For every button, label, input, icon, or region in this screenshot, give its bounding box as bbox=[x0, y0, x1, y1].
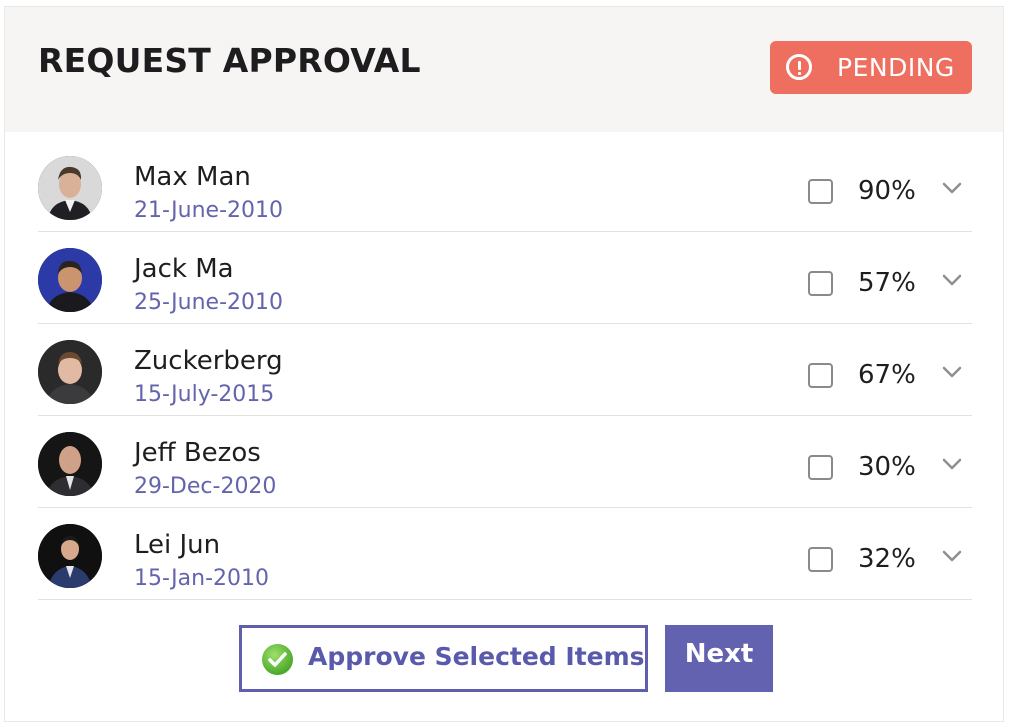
avatar bbox=[38, 524, 102, 588]
request-row: Zuckerberg 15-July-2015 67% bbox=[38, 324, 972, 416]
status-badge: PENDING bbox=[770, 41, 972, 94]
select-checkbox[interactable] bbox=[808, 363, 833, 388]
select-checkbox[interactable] bbox=[808, 179, 833, 204]
status-badge-label: PENDING bbox=[837, 53, 955, 82]
requester-name: Zuckerberg bbox=[134, 346, 283, 376]
request-row: Jack Ma 25-June-2010 57% bbox=[38, 232, 972, 324]
next-button[interactable]: Next bbox=[665, 625, 773, 692]
select-checkbox[interactable] bbox=[808, 547, 833, 572]
card-title: REQUEST APPROVAL bbox=[38, 41, 421, 80]
request-date: 15-Jan-2010 bbox=[134, 566, 269, 591]
chevron-down-icon[interactable] bbox=[942, 456, 962, 472]
approve-selected-label: Approve Selected Items bbox=[308, 642, 645, 671]
request-row: Lei Jun 15-Jan-2010 32% bbox=[38, 508, 972, 600]
select-checkbox[interactable] bbox=[808, 271, 833, 296]
requester-name: Jeff Bezos bbox=[134, 438, 261, 468]
select-checkbox[interactable] bbox=[808, 455, 833, 480]
avatar bbox=[38, 432, 102, 496]
check-circle-icon bbox=[262, 644, 293, 675]
requester-name: Lei Jun bbox=[134, 530, 221, 560]
avatar bbox=[38, 340, 102, 404]
alert-circle-icon bbox=[786, 54, 812, 80]
approval-percent: 57% bbox=[858, 268, 916, 298]
request-row: Jeff Bezos 29-Dec-2020 30% bbox=[38, 416, 972, 508]
chevron-down-icon[interactable] bbox=[942, 272, 962, 288]
approve-selected-button[interactable]: Approve Selected Items bbox=[239, 625, 648, 692]
card-header: REQUEST APPROVAL PENDING bbox=[5, 7, 1003, 132]
request-date: 25-June-2010 bbox=[134, 290, 283, 315]
approval-percent: 67% bbox=[858, 360, 916, 390]
request-row: Max Man 21-June-2010 90% bbox=[38, 140, 972, 232]
requester-name: Jack Ma bbox=[134, 254, 234, 284]
chevron-down-icon[interactable] bbox=[942, 364, 962, 380]
request-approval-card: REQUEST APPROVAL PENDING Max Man 21-June… bbox=[4, 6, 1004, 722]
chevron-down-icon[interactable] bbox=[942, 180, 962, 196]
approval-percent: 32% bbox=[858, 544, 916, 574]
approval-percent: 90% bbox=[858, 176, 916, 206]
approval-percent: 30% bbox=[858, 452, 916, 482]
request-date: 29-Dec-2020 bbox=[134, 474, 277, 499]
chevron-down-icon[interactable] bbox=[942, 548, 962, 564]
requester-name: Max Man bbox=[134, 162, 251, 192]
avatar bbox=[38, 248, 102, 312]
request-date: 15-July-2015 bbox=[134, 382, 275, 407]
avatar bbox=[38, 156, 102, 220]
next-label: Next bbox=[684, 639, 754, 669]
request-date: 21-June-2010 bbox=[134, 198, 283, 223]
